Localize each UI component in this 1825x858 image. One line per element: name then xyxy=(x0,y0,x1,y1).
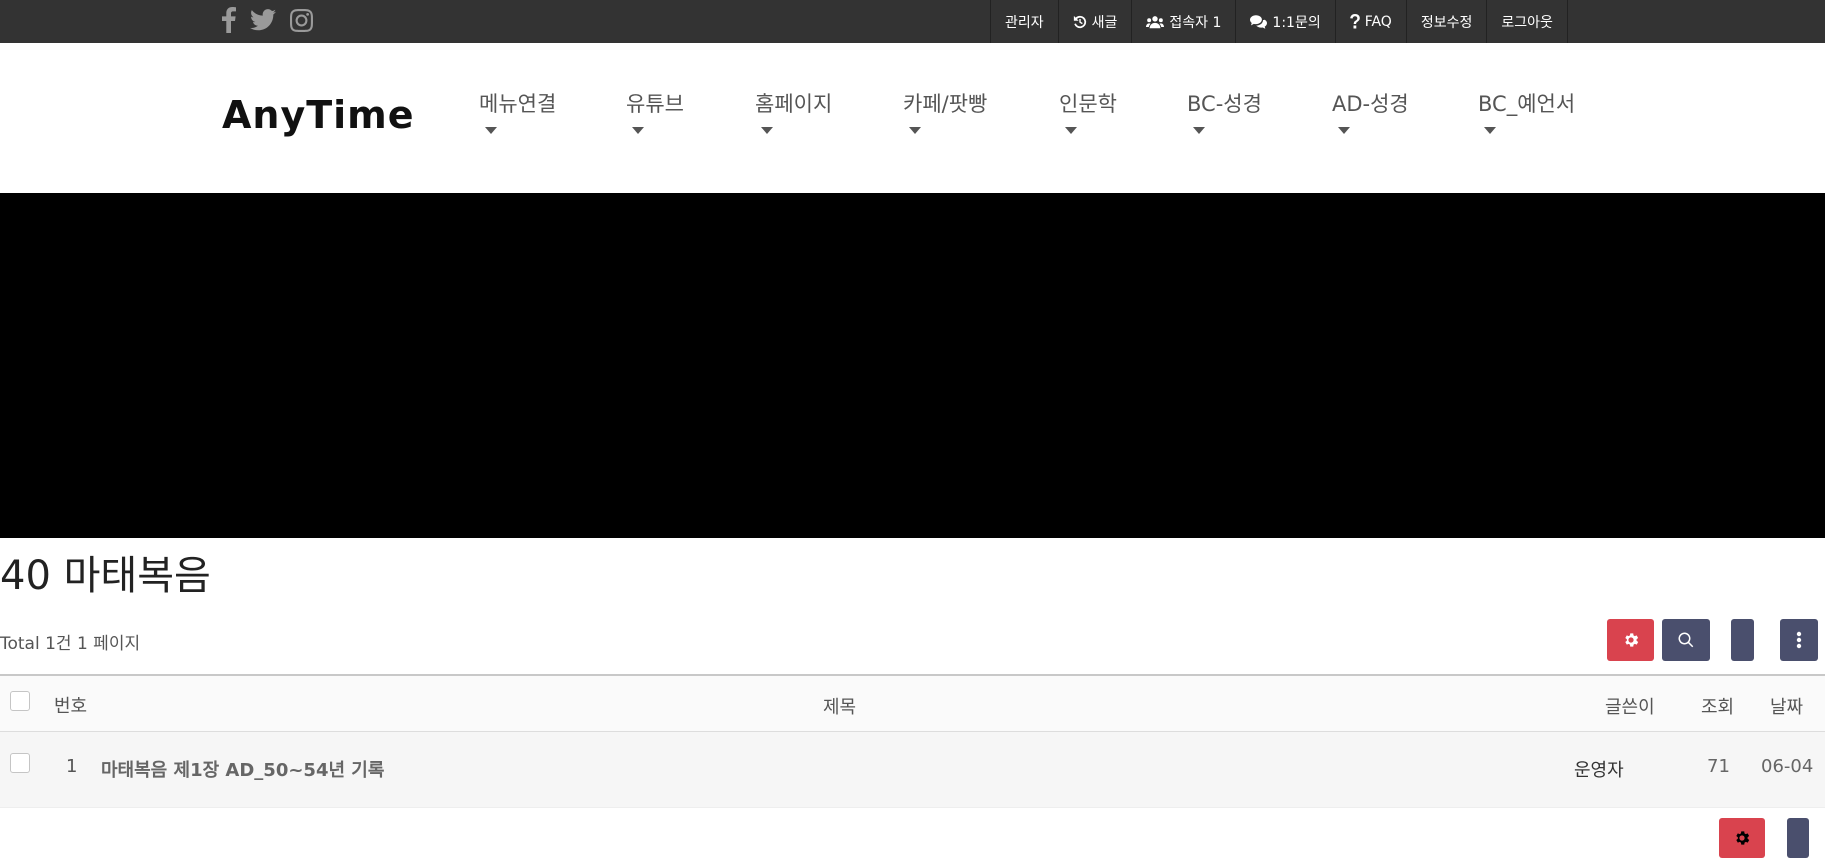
caret-down-icon xyxy=(1065,127,1077,134)
search-button[interactable] xyxy=(1662,619,1710,661)
caret-down-icon xyxy=(1338,127,1350,134)
bottom-more-button[interactable] xyxy=(1787,818,1809,858)
caret-down-icon xyxy=(485,127,497,134)
visitors-link[interactable]: 접속자 1 xyxy=(1131,0,1235,43)
faq-link[interactable]: FAQ xyxy=(1334,0,1406,43)
caret-down-icon xyxy=(632,127,644,134)
row-checkbox[interactable] xyxy=(10,753,30,773)
select-all-checkbox[interactable] xyxy=(10,691,30,711)
nav-item-label: 유튜브 xyxy=(626,92,684,116)
column-subject: 제목 xyxy=(823,697,857,718)
write-button[interactable] xyxy=(1731,619,1754,661)
gear-icon xyxy=(1736,831,1750,845)
nav-item-bc-bible[interactable]: BC-성경 xyxy=(1187,88,1262,134)
more-vertical-icon xyxy=(1796,631,1802,649)
bottom-settings-button[interactable] xyxy=(1719,818,1765,858)
hero-banner xyxy=(0,193,1825,538)
site-header: AnyTime 메뉴연결 유튜브 홈페이지 카페/팟빵 인문학 BC-성경 AD… xyxy=(0,43,1825,193)
table-row: 1 마태복음 제1장 AD_50~54년 기록 운영자 71 06-04 xyxy=(0,732,1825,808)
nav-item-bc-prophets[interactable]: BC_예언서 xyxy=(1478,88,1575,134)
admin-link[interactable]: 관리자 xyxy=(990,0,1058,43)
board-title: 40 마태복음 xyxy=(0,553,211,599)
top-links: 관리자 새글 접속자 1 1:1문의 FAQ 정보수정 로그아웃 xyxy=(990,0,1568,43)
site-logo[interactable]: AnyTime xyxy=(222,93,415,137)
nav-item-youtube[interactable]: 유튜브 xyxy=(626,88,684,134)
question-icon xyxy=(1349,14,1360,29)
search-icon xyxy=(1678,632,1694,648)
nav-item-label: 메뉴연결 xyxy=(479,92,557,116)
gear-icon xyxy=(1624,633,1638,647)
nav-item-cafe[interactable]: 카페/팟빵 xyxy=(903,88,987,134)
twitter-icon[interactable] xyxy=(250,6,276,34)
column-writer[interactable]: 글쓴이 xyxy=(1605,693,1655,719)
faq-link-label: FAQ xyxy=(1364,13,1392,30)
nav-item-label: AD-성경 xyxy=(1332,92,1409,116)
nav-item-label: 인문학 xyxy=(1059,92,1117,116)
history-icon xyxy=(1073,15,1086,28)
more-options-button[interactable] xyxy=(1780,619,1818,661)
nav-item-label: 카페/팟빵 xyxy=(903,92,988,116)
caret-down-icon xyxy=(1484,127,1496,134)
caret-down-icon xyxy=(761,127,773,134)
new-posts-link[interactable]: 새글 xyxy=(1057,0,1132,43)
edit-profile-link[interactable]: 정보수정 xyxy=(1405,0,1487,43)
inquiry-link-label: 1:1문의 xyxy=(1272,14,1321,31)
nav-item-label: BC-성경 xyxy=(1187,92,1262,116)
column-num: 번호 xyxy=(54,696,88,717)
nav-item-homepage[interactable]: 홈페이지 xyxy=(755,88,832,134)
settings-button[interactable] xyxy=(1607,619,1654,661)
row-views: 71 xyxy=(1707,756,1730,777)
row-num: 1 xyxy=(66,756,78,777)
total-count: Total 1건 1 페이지 xyxy=(0,634,141,654)
nav-item-humanities[interactable]: 인문학 xyxy=(1059,88,1117,134)
logout-link-label: 로그아웃 xyxy=(1501,14,1553,31)
logout-link[interactable]: 로그아웃 xyxy=(1486,0,1568,43)
nav-item-ad-bible[interactable]: AD-성경 xyxy=(1332,88,1409,134)
column-views[interactable]: 조회 xyxy=(1701,693,1734,719)
facebook-icon[interactable] xyxy=(222,6,236,34)
social-links xyxy=(222,6,327,34)
row-subject-link[interactable]: 마태복음 제1장 AD_50~54년 기록 xyxy=(101,756,384,782)
admin-link-label: 관리자 xyxy=(1005,14,1044,31)
instagram-icon[interactable] xyxy=(290,6,313,34)
nav-item-label: BC_예언서 xyxy=(1478,92,1576,116)
visitors-link-label: 접속자 1 xyxy=(1169,14,1222,31)
edit-profile-link-label: 정보수정 xyxy=(1420,14,1473,31)
caret-down-icon xyxy=(1193,127,1205,134)
users-icon xyxy=(1146,15,1165,28)
nav-item-label: 홈페이지 xyxy=(755,92,833,116)
new-posts-link-label: 새글 xyxy=(1091,14,1118,31)
top-bar: 관리자 새글 접속자 1 1:1문의 FAQ 정보수정 로그아웃 xyxy=(0,0,1825,43)
inquiry-link[interactable]: 1:1문의 xyxy=(1235,0,1334,43)
board-table: 번호 제목 글쓴이 조회 날짜 1 마태복음 제1장 AD_50~54년 기록 … xyxy=(0,674,1825,808)
row-date: 06-04 xyxy=(1761,756,1814,777)
table-header: 번호 제목 글쓴이 조회 날짜 xyxy=(0,674,1825,732)
row-writer[interactable]: 운영자 xyxy=(1574,756,1624,782)
caret-down-icon xyxy=(909,127,921,134)
column-date[interactable]: 날짜 xyxy=(1770,693,1803,719)
chat-icon xyxy=(1250,14,1268,29)
nav-item-menu-link[interactable]: 메뉴연결 xyxy=(479,88,556,134)
